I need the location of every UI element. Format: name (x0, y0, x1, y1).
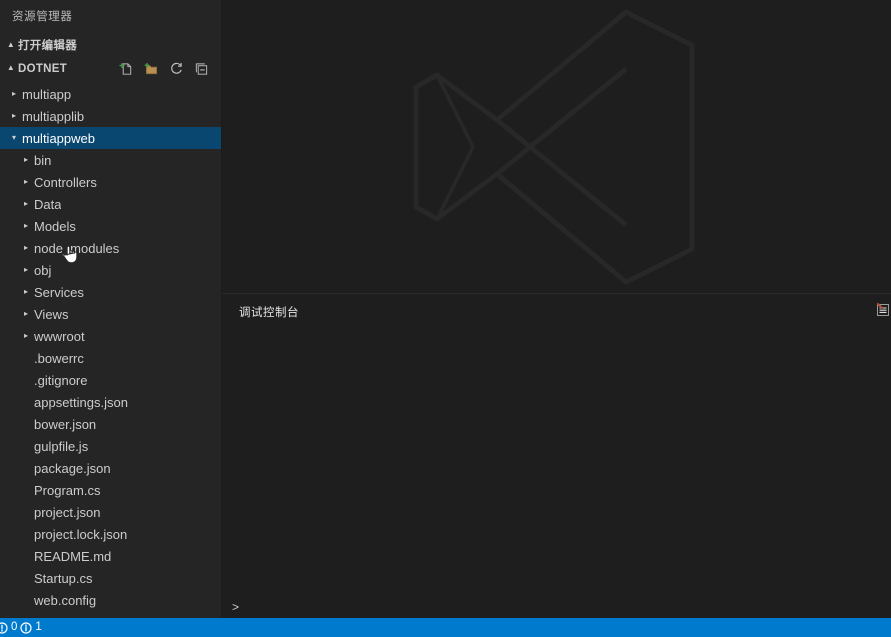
explorer-sidebar: 资源管理器 ▲ 打开编辑器 ▲ DOTNET ▸ multiapp ▸ mult… (0, 0, 222, 618)
tree-item-label: node_modules (34, 240, 120, 256)
refresh-icon[interactable] (169, 61, 184, 77)
tree-item[interactable]: web.config (0, 589, 221, 611)
chevron-right-icon: ▸ (23, 154, 28, 164)
chevron-right-icon: ▸ (23, 176, 28, 186)
tree-item[interactable]: gulpfile.js (0, 435, 221, 457)
vscode-logo-watermark (413, 9, 694, 284)
console-input-row[interactable]: > (222, 596, 891, 618)
tree-item-label: appsettings.json (34, 394, 128, 410)
chevron-right-icon: ▸ (23, 220, 28, 230)
tree-item[interactable]: Program.cs (0, 479, 221, 501)
chevron-down-icon: ▲ (6, 63, 16, 72)
section-open-editors[interactable]: ▲ 打开编辑器 (0, 35, 221, 57)
chevron-right-icon: ▸ (23, 264, 28, 274)
tree-item[interactable]: ▸ Models (0, 215, 221, 237)
tree-item-label: Startup.cs (34, 570, 93, 586)
tab-debug-console[interactable]: 调试控制台 (239, 304, 299, 320)
tree-item[interactable]: ▸ obj (0, 259, 221, 281)
tree-item[interactable]: package.json (0, 457, 221, 479)
chevron-right-icon: ▸ (11, 110, 16, 120)
error-circle-icon (0, 621, 8, 634)
status-bar: 0 1 (0, 618, 891, 637)
file-tree: ▸ multiapp ▸ multiapplib ▾ multiappweb ▸ bin ▸ Co… (0, 81, 221, 611)
clear-console-icon[interactable] (875, 302, 891, 318)
vscode-window: 资源管理器 ▲ 打开编辑器 ▲ DOTNET ▸ multiapp ▸ mult… (0, 0, 891, 637)
tree-item-label: multiapplib (22, 108, 85, 124)
collapse-all-icon[interactable] (194, 61, 209, 77)
tree-item[interactable]: .gitignore (0, 369, 221, 391)
tree-item[interactable]: ▾ multiappweb (0, 127, 221, 149)
tree-item[interactable]: ▸ Services (0, 281, 221, 303)
tree-item-label: bower.json (34, 416, 97, 432)
tree-item-label: web.config (34, 592, 97, 608)
section-workspace-dotnet[interactable]: ▲ DOTNET (0, 57, 221, 81)
tree-item-label: README.md (34, 548, 112, 564)
explorer-actions (119, 61, 221, 77)
tree-item-label: package.json (34, 460, 111, 476)
tree-item-label: bin (34, 152, 52, 168)
chevron-right-icon: ▸ (23, 308, 28, 318)
panel-actions (875, 302, 891, 318)
tree-item[interactable]: ▸ multiapplib (0, 105, 221, 127)
tree-item-label: Models (34, 218, 76, 234)
status-problems[interactable]: 0 1 (0, 618, 47, 637)
info-circle-icon (20, 621, 33, 634)
tree-item-label: wwwroot (34, 328, 85, 344)
tree-item-label: project.json (34, 504, 101, 520)
tree-item-label: multiapp (22, 86, 72, 102)
tree-item-label: .gitignore (34, 372, 88, 388)
chevron-right-icon: ▸ (23, 330, 28, 340)
tree-item[interactable]: Startup.cs (0, 567, 221, 589)
tree-item[interactable]: ▸ Controllers (0, 171, 221, 193)
tree-item-label: project.lock.json (34, 526, 128, 542)
tree-item[interactable]: README.md (0, 545, 221, 567)
error-count: 0 (11, 621, 18, 633)
tree-item[interactable]: ▸ wwwroot (0, 325, 221, 347)
chevron-right-icon: ▸ (11, 88, 16, 98)
tree-item[interactable]: ▸ Views (0, 303, 221, 325)
tree-item-label: obj (34, 262, 52, 278)
tree-item-label: .bowerrc (34, 350, 84, 366)
console-output (222, 329, 891, 596)
new-folder-icon[interactable] (144, 61, 159, 77)
workspace-label: DOTNET (18, 63, 68, 75)
tree-item[interactable]: .bowerrc (0, 347, 221, 369)
tree-item[interactable]: ▸ bin (0, 149, 221, 171)
editor-area[interactable] (222, 0, 891, 293)
tree-item[interactable]: ▸ Data (0, 193, 221, 215)
tree-item-label: Services (34, 284, 84, 300)
tree-item-label: multiappweb (22, 130, 95, 146)
tree-item-label: Data (34, 196, 62, 212)
explorer-title: 资源管理器 (12, 11, 73, 23)
chevron-down-icon: ▲ (6, 40, 16, 49)
tree-item[interactable]: project.lock.json (0, 523, 221, 545)
tree-item-label: gulpfile.js (34, 438, 89, 454)
tree-item[interactable]: ▸ node_modules (0, 237, 221, 259)
tree-item-label: Program.cs (34, 482, 101, 498)
open-editors-label: 打开编辑器 (18, 40, 77, 52)
prompt-chevron-icon: > (232, 600, 240, 614)
tree-item-label: Controllers (34, 174, 97, 190)
tree-item-label: Views (34, 306, 69, 322)
new-file-icon[interactable] (119, 61, 134, 77)
chevron-right-icon: ▸ (23, 242, 28, 252)
tree-item[interactable]: bower.json (0, 413, 221, 435)
chevron-down-icon: ▾ (11, 132, 16, 142)
debug-console-panel: 调试控制台 > (222, 293, 891, 618)
tree-item[interactable]: project.json (0, 501, 221, 523)
tree-item[interactable]: ▸ multiapp (0, 83, 221, 105)
info-count: 1 (35, 621, 42, 633)
tree-item[interactable]: appsettings.json (0, 391, 221, 413)
panel-header: 调试控制台 (222, 294, 891, 329)
chevron-right-icon: ▸ (23, 286, 28, 296)
chevron-right-icon: ▸ (23, 198, 28, 208)
